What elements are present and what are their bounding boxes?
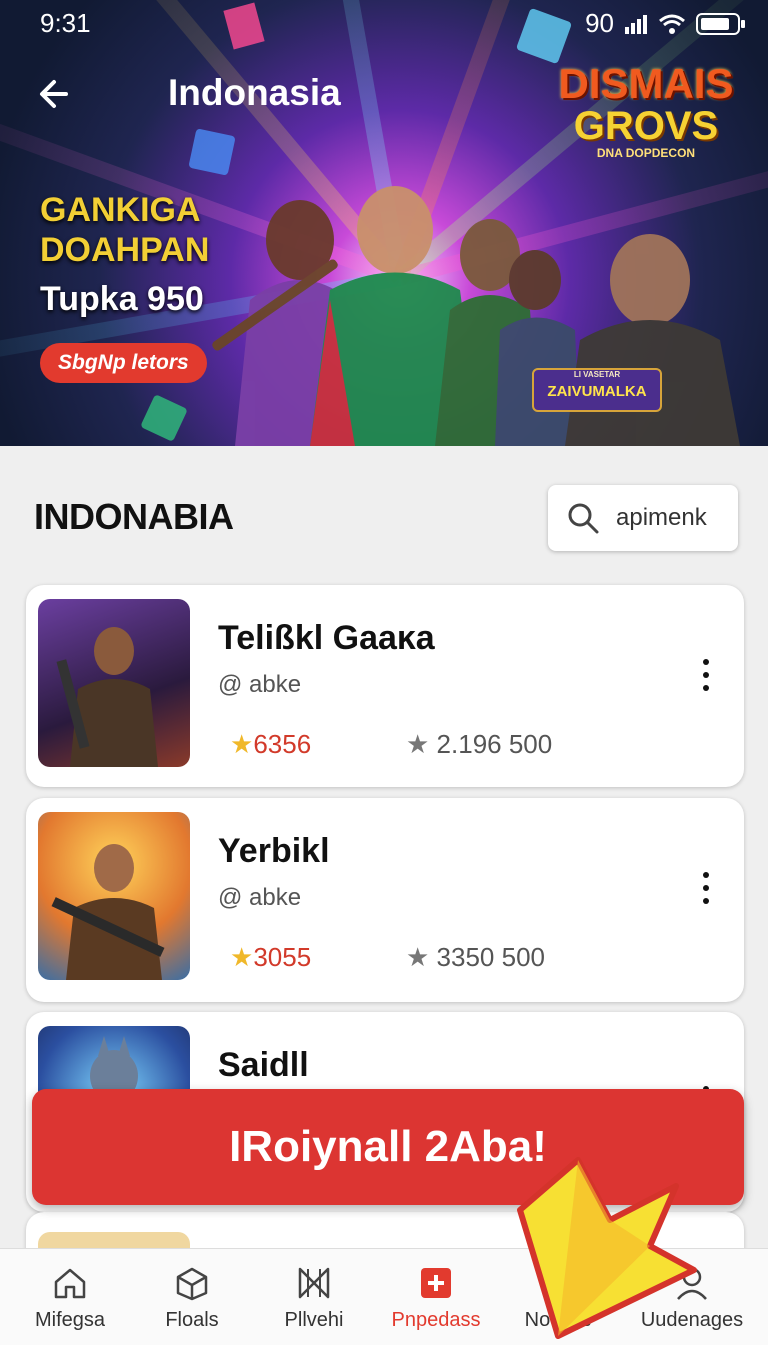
package-icon	[176, 1267, 208, 1301]
pointer-arrow-icon	[517, 1157, 697, 1339]
search-input[interactable]	[614, 503, 738, 533]
first-aid-icon	[421, 1268, 451, 1298]
game-count: ★ 2.196 500	[406, 729, 552, 760]
game-title: Saidll	[218, 1046, 309, 1084]
star-icon: ★	[406, 942, 430, 972]
battery-icon	[696, 12, 745, 35]
status-battery-level: 90	[585, 8, 614, 38]
game-count: ★ 3350 500	[406, 942, 545, 973]
logo-line-2: GROVS	[573, 104, 719, 148]
floating-gem-icon	[223, 2, 265, 50]
logo-line-3: DNA DOPDECON	[596, 146, 696, 160]
rating-value: 3055	[253, 942, 312, 972]
game-rating: ★6356	[230, 729, 311, 760]
nav-item-pllvehi[interactable]: Pllvehi	[250, 1249, 378, 1345]
count-value: 2.196 500	[436, 729, 553, 759]
game-title: Telißkl Gaaĸa	[218, 619, 435, 657]
more-options-icon[interactable]	[698, 872, 714, 912]
page-title: Indonasia	[168, 72, 341, 113]
back-arrow-icon[interactable]	[36, 74, 76, 114]
game-rating: ★3055	[230, 942, 311, 973]
promo-subtitle: Tupka 950	[40, 280, 204, 318]
nav-item-floals[interactable]: Floals	[128, 1249, 256, 1345]
star-icon: ★	[230, 942, 254, 972]
nav-label: Pllvehi	[284, 1309, 344, 1331]
nav-item-home[interactable]: Mifegsa	[6, 1249, 134, 1345]
game-card[interactable]: Telißkl Gaaĸa @ abke ★6356 ★ 2.196 500	[26, 585, 744, 787]
floating-cube-icon	[515, 7, 573, 65]
game-logo: DISMAIS GROVS DNA DOPDECON	[548, 60, 744, 161]
promo-button[interactable]: SbgNp letors	[40, 343, 207, 383]
star-icon: ★	[406, 729, 430, 759]
nav-label: Floals	[165, 1309, 219, 1331]
status-time: 9:31	[40, 8, 91, 38]
hero-characters-illustration	[212, 186, 740, 446]
nav-label: Pnpedass	[391, 1309, 481, 1331]
count-value: 3350 500	[436, 942, 545, 972]
rating-value: 6356	[253, 729, 312, 759]
game-thumbnail	[38, 812, 190, 980]
cell-signal-icon	[625, 14, 647, 34]
home-icon	[54, 1268, 86, 1299]
wifi-icon	[659, 14, 685, 34]
more-options-icon[interactable]	[698, 659, 714, 699]
status-icons: 90	[585, 8, 746, 39]
badge-small-text: LI VASETAR	[573, 370, 621, 379]
promo-line-2: DOAHPAN	[40, 231, 210, 269]
game-title: Yerbikl	[218, 832, 330, 870]
star-icon: ★	[230, 729, 254, 759]
nav-label: Mifegsa	[34, 1309, 106, 1331]
nav-item-pnpedass[interactable]: Pnpedass	[372, 1249, 500, 1345]
game-card[interactable]: Yerbikl @ abke ★3055 ★ 3350 500	[26, 798, 744, 1002]
promo-line-1: GANKIGA	[40, 191, 201, 229]
game-author: @ abke	[218, 671, 302, 698]
game-author: @ abke	[218, 884, 302, 911]
badge-text: ZAIVUMALKA	[547, 383, 647, 400]
promo-headline: GANKIGA DOAHPAN	[40, 190, 209, 270]
hero-banner[interactable]: 9:31 90 Indonasia GANKIGA DOAHPAN Tupka …	[0, 0, 768, 446]
search-box[interactable]	[548, 485, 738, 551]
game-thumbnail	[38, 599, 190, 767]
bowtie-icon	[298, 1267, 330, 1299]
event-badge: LI VASETAR ZAIVUMALKA	[532, 368, 662, 412]
search-icon	[568, 503, 599, 534]
section-title: INDONABIA	[34, 496, 234, 537]
logo-line-1: DISMAIS	[558, 60, 734, 107]
